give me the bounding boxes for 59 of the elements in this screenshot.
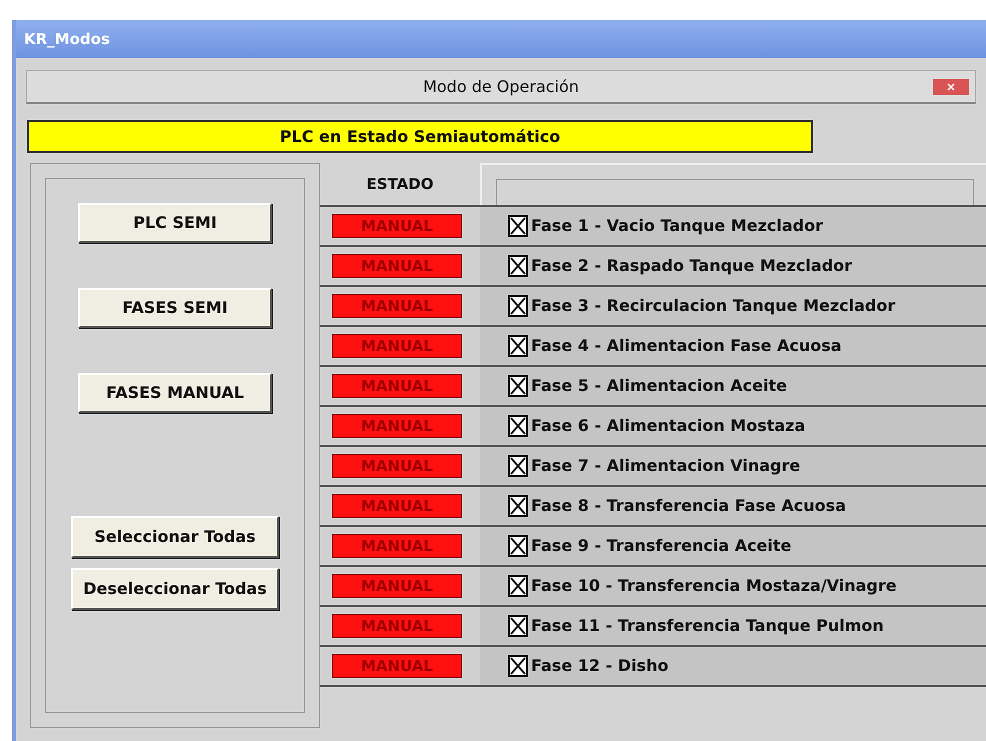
mode-button[interactable]: FASES MANUAL: [78, 373, 272, 413]
mode-button[interactable]: PLC SEMI: [78, 203, 272, 243]
close-button[interactable]: [933, 79, 969, 95]
status-badge: MANUAL: [332, 214, 462, 238]
phase-checkbox[interactable]: [508, 295, 528, 317]
status-badge: MANUAL: [332, 494, 462, 518]
phase-label: Fase 7 - Alimentacion Vinagre: [531, 455, 800, 477]
status-badge: MANUAL: [332, 574, 462, 598]
phase-checkbox[interactable]: [508, 415, 528, 437]
dialog-title: Modo de Operación: [423, 76, 579, 98]
status-badge: MANUAL: [332, 374, 462, 398]
phase-label: Fase 3 - Recirculacion Tanque Mezclador: [531, 295, 896, 317]
status-banner: PLC en Estado Semiautomático: [27, 120, 813, 153]
status-badge: MANUAL: [332, 414, 462, 438]
status-badge: MANUAL: [332, 294, 462, 318]
phase-checkbox[interactable]: [508, 375, 528, 397]
status-badge: MANUAL: [332, 454, 462, 478]
phase-label: Fase 4 - Alimentacion Fase Acuosa: [531, 335, 842, 357]
mode-button[interactable]: FASES SEMI: [78, 288, 272, 328]
phase-row[interactable]: MANUAL Fase 5 - Alimentacion Aceite: [320, 367, 986, 407]
phase-row[interactable]: MANUAL Fase 3 - Recirculacion Tanque Mezclador: [320, 287, 986, 327]
phase-row[interactable]: MANUAL Fase 8 - Transferencia Fase Acuosa: [320, 487, 986, 527]
phase-checkbox[interactable]: [508, 575, 528, 597]
phase-label: Fase 8 - Transferencia Fase Acuosa: [531, 495, 846, 517]
phase-checkbox[interactable]: [508, 655, 528, 677]
window-title: KR_Modos: [24, 28, 110, 50]
phase-checkbox[interactable]: [508, 215, 528, 237]
phase-row[interactable]: MANUAL Fase 12 - Disho: [320, 647, 986, 687]
phase-label: Fase 1 - Vacio Tanque Mezclador: [531, 215, 823, 237]
phase-row[interactable]: MANUAL Fase 10 - Transferencia Mostaza/Vinagre: [320, 567, 986, 607]
phase-row[interactable]: MANUAL Fase 2 - Raspado Tanque Mezclador: [320, 247, 986, 287]
phase-label: Fase 11 - Transferencia Tanque Pulmon: [531, 615, 884, 637]
phase-label: Fase 9 - Transferencia Aceite: [531, 535, 792, 557]
phase-checkbox[interactable]: [508, 495, 528, 517]
status-badge: MANUAL: [332, 254, 462, 278]
phase-checkbox[interactable]: [508, 255, 528, 277]
phase-row[interactable]: MANUAL Fase 4 - Alimentacion Fase Acuosa: [320, 327, 986, 367]
status-badge: MANUAL: [332, 334, 462, 358]
status-badge: MANUAL: [332, 614, 462, 638]
phase-row[interactable]: MANUAL Fase 1 - Vacio Tanque Mezclador: [320, 207, 986, 247]
phase-row[interactable]: MANUAL Fase 9 - Transferencia Aceite: [320, 527, 986, 567]
phase-checkbox[interactable]: [508, 455, 528, 477]
phase-label: Fase 12 - Disho: [531, 655, 668, 677]
phase-checkbox[interactable]: [508, 615, 528, 637]
status-badge: MANUAL: [332, 654, 462, 678]
phase-row[interactable]: MANUAL Fase 7 - Alimentacion Vinagre: [320, 447, 986, 487]
phase-label: Fase 2 - Raspado Tanque Mezclador: [531, 255, 852, 277]
phase-label: Fase 6 - Alimentacion Mostaza: [531, 415, 806, 437]
phase-row[interactable]: MANUAL Fase 6 - Alimentacion Mostaza: [320, 407, 986, 447]
close-icon: [947, 83, 955, 91]
phase-label: Fase 5 - Alimentacion Aceite: [531, 375, 787, 397]
phase-checkbox[interactable]: [508, 535, 528, 557]
phase-label: Fase 10 - Transferencia Mostaza/Vinagre: [531, 575, 897, 597]
column-header: ESTADO: [366, 174, 434, 195]
selection-button[interactable]: Deseleccionar Todas: [71, 568, 279, 610]
phase-row[interactable]: MANUAL Fase 11 - Transferencia Tanque Pulmon: [320, 607, 986, 647]
phase-checkbox[interactable]: [508, 335, 528, 357]
status-badge: MANUAL: [332, 534, 462, 558]
selection-button[interactable]: Seleccionar Todas: [71, 516, 279, 558]
